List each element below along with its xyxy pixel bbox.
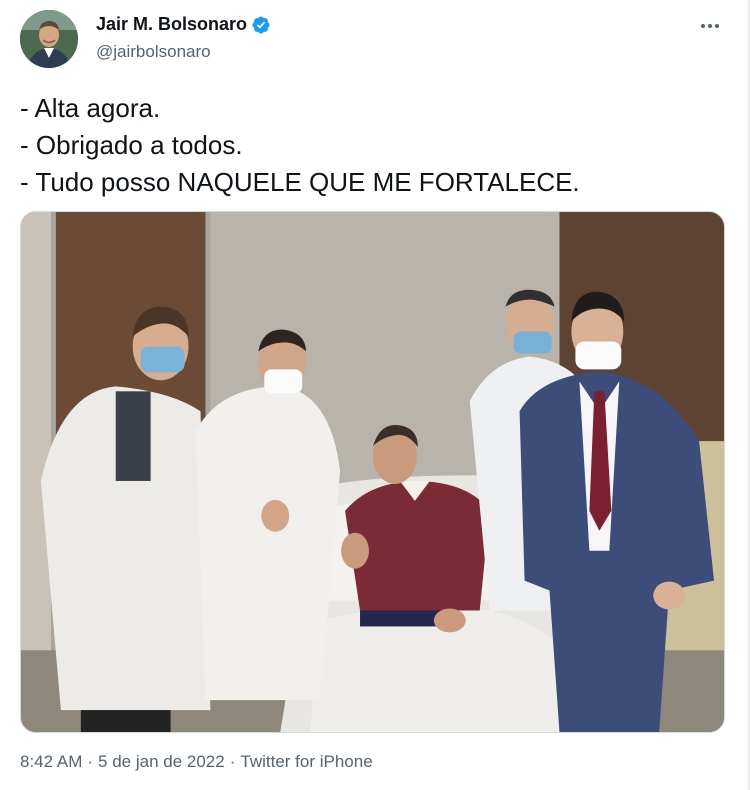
author-handle[interactable]: @jairbolsonaro [96, 42, 211, 62]
more-dots-icon [701, 24, 705, 28]
avatar-photo [20, 10, 78, 68]
tweet-source: Twitter for iPhone [240, 752, 373, 771]
verified-badge-icon [251, 15, 271, 35]
meta-separator: · [229, 752, 236, 771]
tweet-time-link[interactable]: 8:42 AM [20, 752, 82, 771]
tweet-photo[interactable] [20, 211, 725, 733]
author-name-row[interactable]: Jair M. Bolsonaro [96, 14, 271, 35]
more-dots-icon [708, 24, 712, 28]
more-dots-icon [715, 24, 719, 28]
hospital-photo [21, 212, 724, 732]
meta-separator: · [87, 752, 94, 771]
tweet-line: - Obrigado a todos. [20, 130, 243, 160]
more-options-button[interactable] [696, 12, 724, 40]
avatar[interactable] [20, 10, 78, 68]
author-display-name[interactable]: Jair M. Bolsonaro [96, 14, 247, 35]
tweet-date-link[interactable]: 5 de jan de 2022 [98, 752, 225, 771]
tweet-text: - Alta agora. - Obrigado a todos. - Tudo… [20, 90, 720, 201]
tweet-meta: 8:42 AM · 5 de jan de 2022 · Twitter for iPh… [20, 752, 373, 772]
tweet-line: - Alta agora. [20, 93, 161, 123]
tweet-card: Jair M. Bolsonaro @jairbolsonaro - Alta … [0, 0, 750, 790]
tweet-line: - Tudo posso NAQUELE QUE ME FORTALECE. [20, 167, 580, 197]
